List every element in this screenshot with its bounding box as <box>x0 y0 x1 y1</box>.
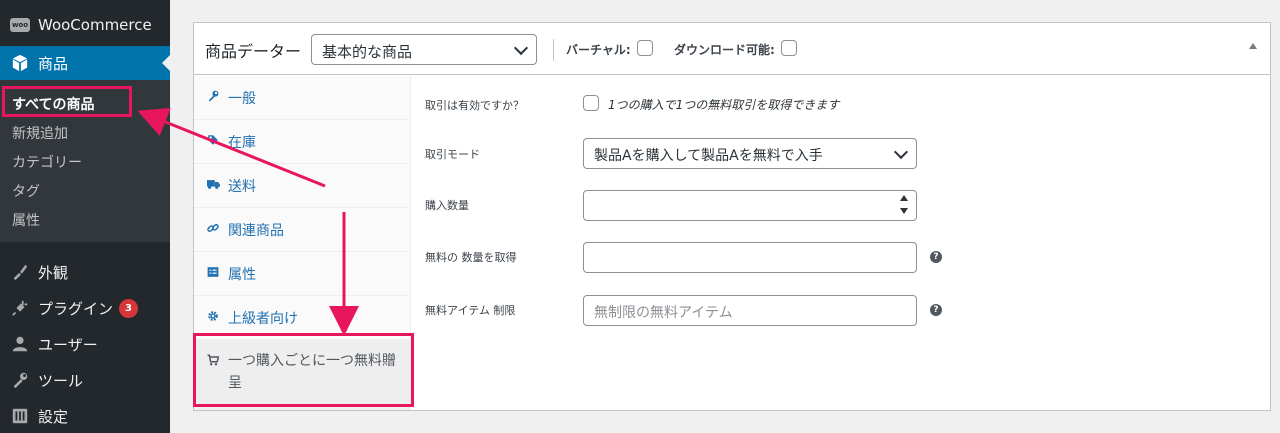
tab-shipping[interactable]: 送料 <box>194 164 411 208</box>
menu-plugins[interactable]: プラグイン 3 <box>0 291 170 325</box>
downloadable-checkbox[interactable] <box>781 40 797 56</box>
tab-inventory-label: 在庫 <box>228 134 256 151</box>
menu-woocommerce[interactable]: woo WooCommerce <box>0 8 170 42</box>
free-qty-label: 無料の 数量を取得 <box>425 251 517 264</box>
menu-products[interactable]: 商品 <box>0 46 170 80</box>
purchase-qty-label: 購入数量 <box>425 199 469 212</box>
menu-settings[interactable]: 設定 <box>0 399 170 433</box>
menu-products-label: 商品 <box>38 54 69 73</box>
free-limit-input[interactable]: 無制限の無料アイテム <box>583 295 917 326</box>
truck-icon <box>206 178 220 193</box>
tab-attributes[interactable]: 属性 <box>194 252 411 296</box>
tab-advanced-label: 上級者向け <box>228 310 298 327</box>
help-icon[interactable]: ? <box>930 304 942 316</box>
user-icon <box>10 334 30 354</box>
product-type-select[interactable]: 基本的な商品 <box>311 34 537 65</box>
spinner-up-icon[interactable] <box>900 195 908 201</box>
menu-users-label: ユーザー <box>38 335 98 354</box>
menu-appearance[interactable]: 外観 <box>0 255 170 289</box>
deal-enabled-label: 取引は有効ですか？ <box>425 99 524 112</box>
product-data-header: 商品データー 基本的な商品 バーチャル: ダウンロード可能: <box>194 23 1270 75</box>
wrench-icon <box>10 370 30 390</box>
submenu-categories[interactable]: カテゴリー <box>12 152 82 172</box>
deal-mode-label: 取引モード <box>425 148 480 161</box>
tab-inventory[interactable]: 在庫 <box>194 120 411 164</box>
menu-settings-label: 設定 <box>38 407 69 426</box>
tab-attributes-label: 属性 <box>228 266 256 283</box>
list-icon <box>206 266 220 281</box>
paintbrush-icon <box>10 262 30 282</box>
tab-linked-products-label: 関連商品 <box>228 222 284 239</box>
deal-mode-select[interactable]: 製品Aを購入して製品Aを無料で入手 <box>583 138 917 169</box>
chevron-down-icon <box>893 144 909 160</box>
menu-plugins-label: プラグイン <box>38 299 114 318</box>
menu-tools[interactable]: ツール <box>0 363 170 397</box>
submenu-attributes[interactable]: 属性 <box>12 210 40 230</box>
free-limit-placeholder: 無制限の無料アイテム <box>594 305 733 321</box>
settings-icon <box>10 406 30 426</box>
woocommerce-icon: woo <box>10 15 30 35</box>
help-icon[interactable]: ? <box>930 251 942 263</box>
wrench-icon <box>206 90 220 105</box>
menu-woocommerce-label: WooCommerce <box>38 16 152 34</box>
tab-general[interactable]: 一般 <box>194 76 411 120</box>
menu-tools-label: ツール <box>38 371 84 390</box>
product-data-title: 商品データー <box>205 42 302 61</box>
tab-linked-products[interactable]: 関連商品 <box>194 208 411 252</box>
plugin-update-badge: 3 <box>119 298 139 318</box>
gear-icon <box>206 310 220 325</box>
free-qty-input[interactable] <box>583 242 917 273</box>
menu-appearance-label: 外観 <box>38 263 69 282</box>
virtual-label: バーチャル: <box>566 43 631 57</box>
chevron-down-icon <box>513 40 529 56</box>
tag-icon <box>206 134 220 149</box>
tab-shipping-label: 送料 <box>228 178 256 195</box>
product-type-value: 基本的な商品 <box>322 43 413 61</box>
submenu-tags[interactable]: タグ <box>12 181 40 201</box>
menu-users[interactable]: ユーザー <box>0 327 170 361</box>
spinner-down-icon[interactable] <box>900 208 908 214</box>
deal-mode-value: 製品Aを購入して製品Aを無料で入手 <box>594 148 823 164</box>
all-products-highlight-box <box>2 86 132 117</box>
admin-sidebar: woo WooCommerce 商品 すべての商品 新規追加 カテゴリー タグ … <box>0 0 170 433</box>
header-divider <box>553 39 554 61</box>
link-icon <box>206 222 220 237</box>
free-limit-label: 無料アイテム 制限 <box>425 304 516 317</box>
deal-enabled-description: 1つの購入で1つの無料取引を取得できます <box>608 98 840 112</box>
deal-enabled-checkbox[interactable] <box>583 95 599 111</box>
box-icon <box>10 53 30 73</box>
submenu-add-new[interactable]: 新規追加 <box>12 123 68 143</box>
purchase-qty-input[interactable] <box>583 190 917 221</box>
tab-general-label: 一般 <box>228 90 256 107</box>
virtual-checkbox[interactable] <box>637 40 653 56</box>
downloadable-label: ダウンロード可能: <box>674 43 775 57</box>
plugin-icon <box>10 298 30 318</box>
bogo-tab-highlight-box <box>193 333 414 407</box>
collapse-arrow-icon[interactable] <box>1249 43 1257 49</box>
